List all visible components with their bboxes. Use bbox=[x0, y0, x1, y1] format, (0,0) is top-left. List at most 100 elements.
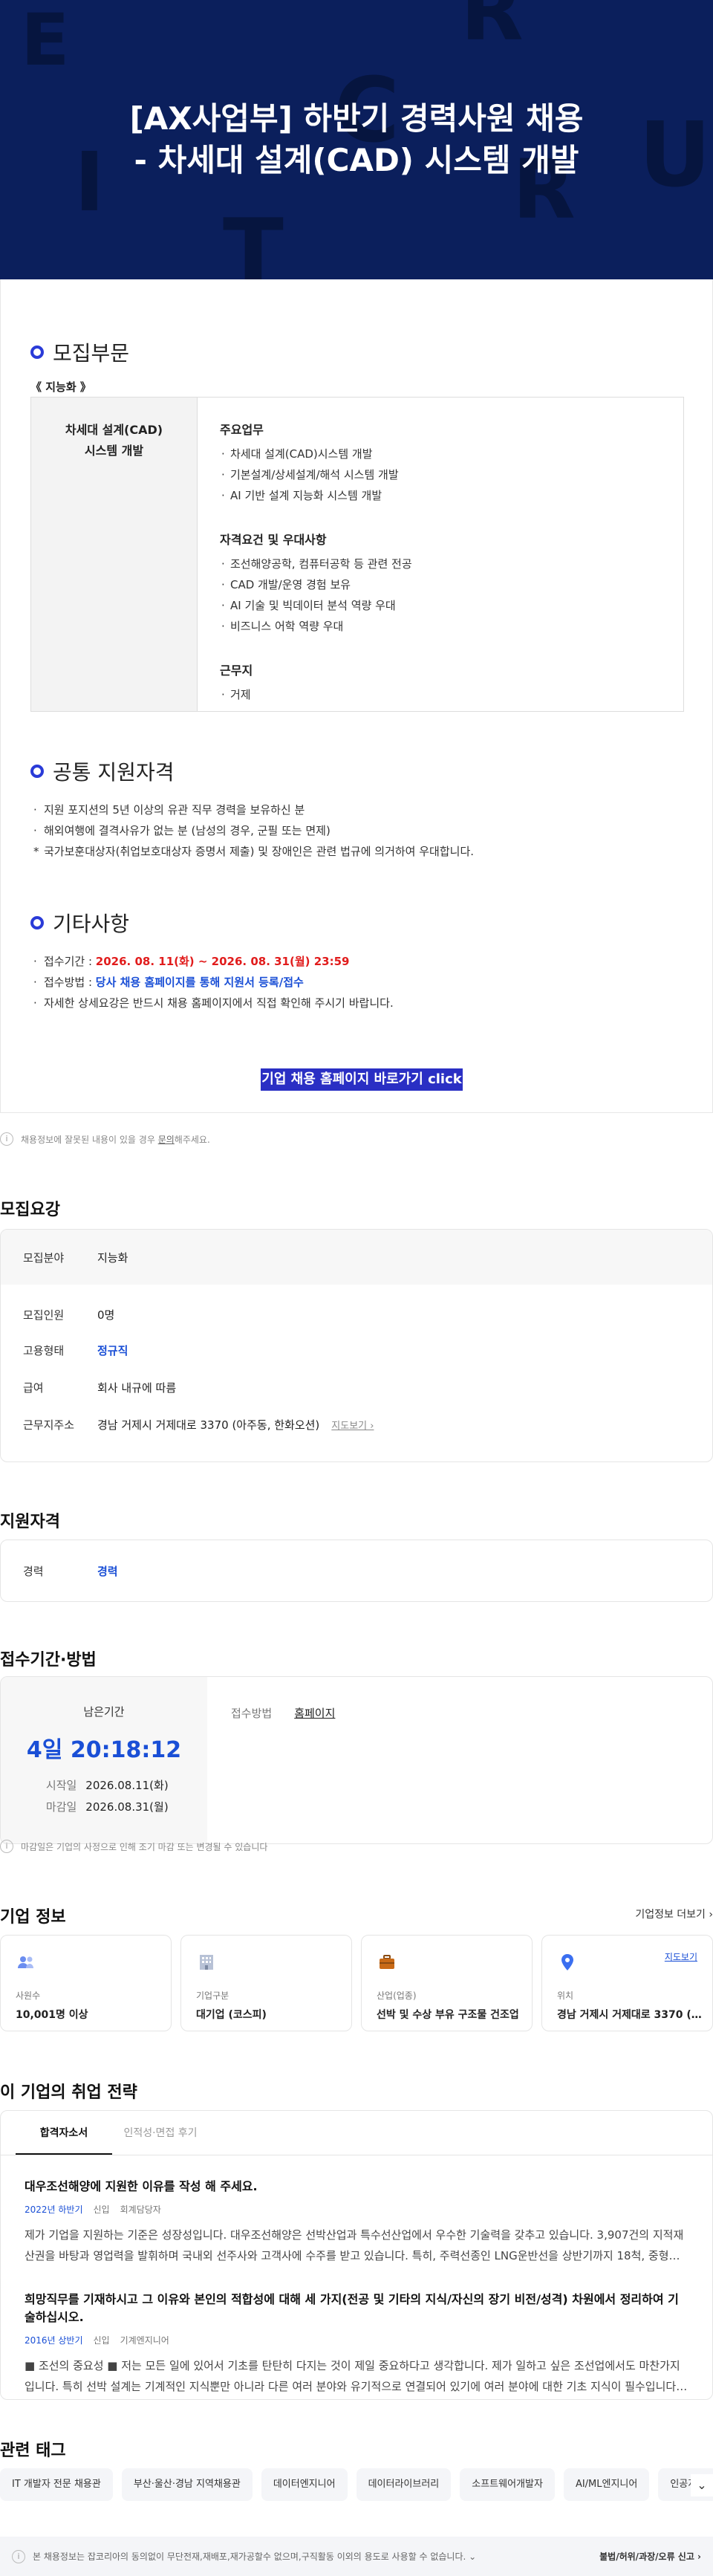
summary-row-value: 경남 거제시 거제대로 3370 (아주동, 한화오션) bbox=[97, 1418, 320, 1432]
notice-text-prefix: 채용정보에 잘못된 내용이 있을 경우 bbox=[21, 1134, 158, 1145]
period-value: 2026. 08. 11(화) ~ 2026. 08. 31(월) 23:59 bbox=[95, 955, 350, 968]
period-heading: 접수기간·방법 bbox=[0, 1651, 97, 1670]
common-heading-text: 공통 지원자격 bbox=[53, 760, 175, 785]
company-more-link[interactable]: 기업정보 더보기 › bbox=[635, 1907, 713, 1921]
list-item: 기본설계/상세설계/해석 시스템 개발 bbox=[220, 464, 683, 485]
list-item: 접수기간 : 2026. 08. 11(화) ~ 2026. 08. 31(월)… bbox=[33, 951, 394, 972]
tab-cover-letter[interactable]: 합격자소서 bbox=[16, 2111, 112, 2155]
etc-list: 접수기간 : 2026. 08. 11(화) ~ 2026. 08. 31(월)… bbox=[33, 951, 394, 1013]
card-value: 경남 거제시 거제대로 3370 (아주동,... bbox=[557, 2009, 706, 2021]
list-item: 해외여행에 결격사유가 없는 분 (남성의 경우, 군필 또는 면제) bbox=[33, 820, 474, 841]
strategy-item[interactable]: 대우조선해양에 지원한 이유를 작성 해 주세요. 2022년 하반기 신입 회… bbox=[25, 2176, 688, 2266]
department-details: 주요업무 차세대 설계(CAD)시스템 개발 기본설계/상세설계/해석 시스템 … bbox=[198, 398, 683, 711]
company-info-card[interactable]: 사원수 10,001명 이상 bbox=[0, 1935, 172, 2031]
company-heading: 기업 정보 bbox=[0, 1908, 66, 1927]
list-item: 접수방법 : 당사 채용 홈페이지를 통해 지원서 등록/접수 bbox=[33, 972, 394, 993]
report-link[interactable]: 불법/허위/과장/오류 신고 › bbox=[599, 2550, 701, 2563]
company-info-card[interactable]: 기업구분 대기업 (코스피) bbox=[180, 1935, 352, 2031]
job-detail-content: 모집부문 《 지능화 》 차세대 설계(CAD) 시스템 개발 주요업무 차세대… bbox=[0, 279, 713, 1113]
map-link[interactable]: 지도보기 bbox=[665, 1950, 697, 1963]
requirement-list: 조선해양공학, 컴퓨터공학 등 관련 전공 CAD 개발/운영 경험 보유 AI… bbox=[220, 554, 683, 637]
bullet-circle-icon bbox=[30, 765, 44, 778]
list-item-note: 국가보훈대상자(취업보호대상자 증명서 제출) 및 장애인은 관련 법규에 의거… bbox=[33, 841, 474, 862]
deadline-notice: i 마감일은 기업의 사정으로 인해 조기 마감 또는 변경될 수 있습니다 bbox=[0, 1840, 267, 1853]
summary-row: 모집인원 0명 bbox=[1, 1307, 114, 1323]
hero-bg-letter: R bbox=[460, 0, 524, 59]
tag-chip[interactable]: 부산·울산·경남 지역채용관 bbox=[121, 2468, 253, 2501]
notice-text-suffix: 해주세요. bbox=[174, 1134, 210, 1145]
company-info-card[interactable]: 지도보기 위치 경남 거제시 거제대로 3370 (아주동,... bbox=[541, 1935, 713, 2031]
strategy-item-type: 신입 bbox=[93, 2335, 110, 2346]
strategy-item-body: ■ 조선의 중요성 ■ 저는 모든 일에 있어서 기초를 탄탄히 다지는 것이 … bbox=[25, 2359, 680, 2393]
chevron-down-icon[interactable]: ⌄ bbox=[691, 2474, 713, 2496]
card-label: 기업구분 bbox=[196, 1991, 229, 2001]
related-tags: IT 개발자 전문 채용관 부산·울산·경남 지역채용관 데이터엔지니어 데이터… bbox=[0, 2467, 713, 2502]
tag-chip[interactable]: 데이터엔지니어 bbox=[261, 2468, 348, 2501]
tag-chip[interactable]: 데이터라이브러리 bbox=[356, 2468, 452, 2501]
summary-row: 고용형태 정규직 bbox=[1, 1343, 128, 1358]
inquiry-link[interactable]: 문의 bbox=[158, 1135, 175, 1145]
method-label: 접수방법 : bbox=[44, 976, 96, 989]
map-link[interactable]: 지도보기 › bbox=[331, 1418, 374, 1432]
card-label: 위치 bbox=[557, 1991, 574, 2001]
remaining-label: 남은기간 bbox=[83, 1705, 125, 1719]
etc-heading-text: 기타사항 bbox=[53, 912, 130, 936]
summary-row: 급여 회사 내규에 따름 bbox=[1, 1380, 176, 1395]
strategy-item-year: 2022년 하반기 bbox=[25, 2204, 83, 2215]
department-name-line2: 시스템 개발 bbox=[84, 444, 144, 458]
etc-section-heading: 기타사항 bbox=[30, 908, 129, 938]
strategy-item-type: 신입 bbox=[93, 2204, 110, 2215]
period-card: 남은기간 4일 20:18:12 시작일 2026.08.11(화) 마감일 2… bbox=[0, 1676, 713, 1844]
strategy-item[interactable]: 희망직무를 기재하시고 그 이유와 본인의 적합성에 대해 세 가지(전공 및 … bbox=[25, 2289, 688, 2397]
tag-chip[interactable]: IT 개발자 전문 채용관 bbox=[0, 2468, 113, 2501]
group-title: 근무지 bbox=[220, 664, 253, 678]
method-label: 접수방법 bbox=[231, 1707, 273, 1720]
tag-chip[interactable]: 소프트웨어개발자 bbox=[460, 2468, 555, 2501]
tab-interview-review[interactable]: 인적성·면접 후기 bbox=[112, 2111, 209, 2155]
notice-text: 채용정보에 잘못된 내용이 있을 경우 문의해주세요. bbox=[21, 1133, 210, 1146]
qualification-heading: 지원자격 bbox=[0, 1513, 60, 1531]
recruit-section-heading: 모집부문 bbox=[30, 337, 129, 367]
location-pin-icon bbox=[561, 1954, 573, 1970]
start-date-label: 시작일 bbox=[45, 1779, 77, 1792]
strategy-tabs: 합격자소서 인적성·면접 후기 bbox=[1, 2111, 712, 2155]
company-info-card[interactable]: 산업(업종) 선박 및 수상 부유 구조물 건조업 bbox=[361, 1935, 533, 2031]
end-date-row: 마감일 2026.08.31(월) bbox=[1, 1799, 207, 1814]
list-item: 조선해양공학, 컴퓨터공학 등 관련 전공 bbox=[220, 554, 683, 574]
list-item: 거제 bbox=[220, 684, 683, 705]
summary-row-label: 고용형태 bbox=[23, 1344, 65, 1357]
qualification-label: 경력 bbox=[23, 1564, 44, 1578]
recruit-heading-text: 모집부문 bbox=[53, 341, 130, 366]
list-item: 차세대 설계(CAD)시스템 개발 bbox=[220, 444, 683, 464]
briefcase-icon bbox=[380, 1955, 394, 1969]
summary-card: 모집분야 지능화 모집인원 0명 고용형태 정규직 급여 회사 내규에 따름 근… bbox=[0, 1229, 713, 1462]
common-section-heading: 공통 지원자격 bbox=[30, 756, 174, 786]
group-title: 주요업무 bbox=[220, 423, 264, 437]
start-date-row: 시작일 2026.08.11(화) bbox=[1, 1777, 207, 1793]
job-title-line2: - 차세대 설계(CAD) 시스템 개발 bbox=[134, 142, 579, 178]
strategy-item-title: 대우조선해양에 지원한 이유를 작성 해 주세요. bbox=[25, 2179, 258, 2193]
end-date-label: 마감일 bbox=[45, 1800, 77, 1814]
period-label: 접수기간 : bbox=[44, 955, 96, 968]
remaining-countdown: 4일 20:18:12 bbox=[26, 1737, 182, 1763]
list-item: 지원 포지션의 5년 이상의 유관 직무 경력을 보유하신 분 bbox=[33, 799, 474, 820]
strategy-card: 합격자소서 인적성·면접 후기 대우조선해양에 지원한 이유를 작성 해 주세요… bbox=[0, 2110, 713, 2400]
list-item: 비즈니스 어학 역량 우대 bbox=[220, 616, 683, 637]
summary-row-label: 급여 bbox=[23, 1381, 44, 1395]
summary-row-value: 정규직 bbox=[97, 1344, 128, 1357]
strategy-item-meta: 2022년 하반기 신입 회계담당자 bbox=[25, 2203, 688, 2216]
method-value: 당사 채용 홈페이지를 통해 지원서 등록/접수 bbox=[95, 976, 304, 989]
homepage-link[interactable]: 홈페이지 bbox=[294, 1705, 335, 1843]
department-name: 차세대 설계(CAD) 시스템 개발 bbox=[31, 398, 198, 711]
department-name-line1: 차세대 설계(CAD) bbox=[65, 423, 163, 437]
hero-banner: E R C U I T R [AX사업부] 하반기 경력사원 채용 - 차세대 … bbox=[0, 0, 713, 279]
qualification-card: 경력 경력 bbox=[0, 1540, 713, 1602]
footer-disclaimer[interactable]: 본 채용정보는 잡코리아의 동의없이 무단전재,재배포,재가공할수 없으며,구직… bbox=[33, 2550, 476, 2563]
tag-chip[interactable]: AI/ML엔지니어 bbox=[563, 2468, 650, 2501]
card-label: 산업(업종) bbox=[377, 1991, 417, 2001]
remaining-panel: 남은기간 4일 20:18:12 시작일 2026.08.11(화) 마감일 2… bbox=[1, 1677, 207, 1843]
summary-row: 근무지주소 경남 거제시 거제대로 3370 (아주동, 한화오션) 지도보기 … bbox=[1, 1417, 374, 1433]
company-homepage-button[interactable]: 기업 채용 홈페이지 바로가기 click bbox=[261, 1068, 463, 1091]
strategy-item-year: 2016년 상반기 bbox=[25, 2335, 83, 2346]
error-report-notice: i 채용정보에 잘못된 내용이 있을 경우 문의해주세요. bbox=[0, 1132, 210, 1146]
